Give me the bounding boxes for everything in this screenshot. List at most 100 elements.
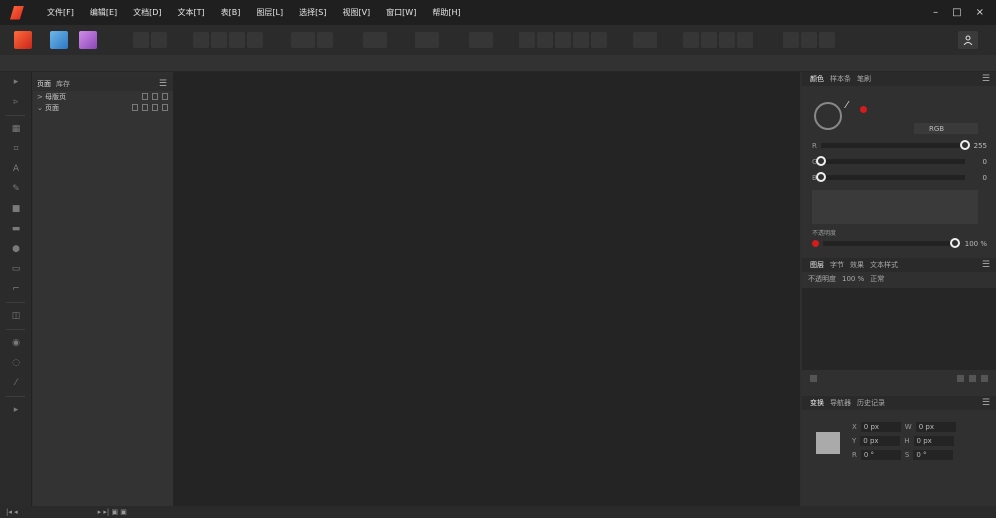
delete-page-icon[interactable] bbox=[162, 104, 168, 111]
photo-persona-icon[interactable] bbox=[79, 31, 97, 49]
toolbar-button[interactable] bbox=[555, 32, 571, 48]
y-field[interactable]: 0 px bbox=[860, 436, 901, 446]
color-mode-select[interactable]: RGB bbox=[914, 123, 978, 134]
slider-knob[interactable] bbox=[815, 172, 826, 182]
duplicate-page-icon[interactable] bbox=[152, 104, 158, 111]
eyedropper-icon[interactable]: ⁄ bbox=[846, 100, 848, 111]
expand-arrow-icon[interactable]: > bbox=[37, 93, 45, 101]
maximize-button[interactable]: □ bbox=[952, 7, 961, 18]
shape-tool-icon[interactable]: ▭ bbox=[0, 259, 32, 279]
toolbar-button[interactable] bbox=[683, 32, 699, 48]
w-field[interactable]: 0 px bbox=[915, 422, 956, 432]
layer-list[interactable] bbox=[802, 288, 996, 370]
slider-value[interactable]: 255 bbox=[969, 142, 987, 150]
panel-menu-icon[interactable]: ☰ bbox=[982, 260, 990, 270]
toolbar-button[interactable] bbox=[133, 32, 149, 48]
tab-pages[interactable]: 页面 bbox=[37, 79, 51, 89]
delete-layer-icon[interactable] bbox=[981, 374, 988, 382]
frame-text-tool-icon[interactable]: ⌗ bbox=[0, 139, 32, 159]
next-page-icon[interactable]: ▸ ▸| ▣ ▣ bbox=[98, 508, 127, 516]
first-page-icon[interactable]: |◂ ◂ bbox=[6, 508, 18, 516]
slider-knob[interactable] bbox=[960, 140, 970, 150]
slider-knob[interactable] bbox=[950, 238, 960, 248]
menu-view[interactable]: 视图[V] bbox=[334, 0, 378, 25]
tab-stock[interactable]: 库存 bbox=[56, 79, 70, 89]
anchor-selector[interactable] bbox=[816, 432, 840, 454]
menu-document[interactable]: 文档[D] bbox=[125, 0, 169, 25]
minimize-button[interactable]: – bbox=[933, 7, 938, 18]
slider-knob[interactable] bbox=[816, 156, 827, 166]
toolbar-dropdown[interactable] bbox=[469, 32, 493, 48]
slider-track[interactable] bbox=[815, 172, 965, 182]
toolbar-button[interactable] bbox=[363, 32, 387, 48]
pages-row[interactable]: ⌄ 页面 bbox=[33, 102, 173, 113]
tab-navigator[interactable]: 导航器 bbox=[830, 398, 851, 408]
designer-persona-icon[interactable] bbox=[50, 31, 68, 49]
slider-track[interactable] bbox=[816, 156, 965, 166]
toolbar-button[interactable] bbox=[737, 32, 753, 48]
toolbar-button[interactable] bbox=[701, 32, 717, 48]
hand-tool-icon[interactable]: ▸ bbox=[0, 400, 32, 420]
tab-characters[interactable]: 字节 bbox=[830, 260, 844, 270]
menu-edit[interactable]: 编辑[E] bbox=[82, 0, 125, 25]
slider-value[interactable]: 0 bbox=[969, 174, 987, 182]
blend-mode-select[interactable]: 正常 bbox=[870, 274, 884, 284]
delete-page-icon[interactable] bbox=[162, 93, 168, 100]
toolbar-button[interactable] bbox=[537, 32, 553, 48]
layer-action-icon[interactable] bbox=[810, 374, 817, 382]
toolbar-button[interactable] bbox=[151, 32, 167, 48]
color-picker-icon[interactable]: ⁄ bbox=[0, 373, 32, 393]
artistic-text-tool-icon[interactable]: A bbox=[0, 159, 32, 179]
node-tool-icon[interactable]: ▹ bbox=[0, 92, 32, 112]
toolbar-button[interactable] bbox=[211, 32, 227, 48]
tab-layers[interactable]: 图层 bbox=[810, 260, 824, 270]
x-field[interactable]: 0 px bbox=[860, 422, 901, 432]
rotation-field[interactable]: 0 ° bbox=[860, 450, 901, 460]
menu-table[interactable]: 表[B] bbox=[213, 0, 249, 25]
menu-window[interactable]: 窗口[W] bbox=[378, 0, 424, 25]
place-image-tool-icon[interactable]: ◫ bbox=[0, 306, 32, 326]
add-page-icon[interactable] bbox=[142, 104, 148, 111]
document-canvas[interactable] bbox=[173, 72, 800, 506]
slider-value[interactable]: 0 bbox=[969, 158, 987, 166]
red-slider[interactable]: R 255 bbox=[812, 140, 987, 151]
toolbar-button[interactable] bbox=[819, 32, 835, 48]
master-page-icon[interactable] bbox=[132, 104, 138, 111]
publisher-persona-icon[interactable] bbox=[14, 31, 32, 49]
toolbar-button[interactable] bbox=[247, 32, 263, 48]
rectangle-tool-icon[interactable]: ▬ bbox=[0, 219, 32, 239]
opacity-slider[interactable]: 100 % bbox=[812, 238, 987, 249]
opacity-value[interactable]: 100 % bbox=[959, 240, 987, 248]
fill-tool-icon[interactable]: ◉ bbox=[0, 333, 32, 353]
menu-layer[interactable]: 图层[L] bbox=[248, 0, 291, 25]
collapse-arrow-icon[interactable]: ⌄ bbox=[37, 104, 45, 112]
toolbar-button[interactable] bbox=[801, 32, 817, 48]
toolbar-button[interactable] bbox=[193, 32, 209, 48]
menu-text[interactable]: 文本[T] bbox=[170, 0, 213, 25]
tab-swatches[interactable]: 样本条 bbox=[830, 74, 851, 84]
menu-help[interactable]: 帮助[H] bbox=[424, 0, 468, 25]
toolbar-button[interactable] bbox=[317, 32, 333, 48]
panel-menu-icon[interactable]: ☰ bbox=[982, 398, 990, 408]
picture-frame-tool-icon[interactable]: ■ bbox=[0, 199, 32, 219]
tab-history[interactable]: 历史记录 bbox=[857, 398, 885, 408]
color-wheel[interactable] bbox=[814, 102, 842, 130]
toolbar-button[interactable] bbox=[591, 32, 607, 48]
vector-crop-tool-icon[interactable]: ⌐ bbox=[0, 279, 32, 299]
tab-transform[interactable]: 变换 bbox=[810, 398, 824, 408]
table-tool-icon[interactable]: ▦ bbox=[0, 119, 32, 139]
toolbar-button[interactable] bbox=[519, 32, 535, 48]
layer-opacity-value[interactable]: 100 % bbox=[842, 275, 864, 283]
toolbar-button[interactable] bbox=[291, 32, 315, 48]
tab-text-styles[interactable]: 文本样式 bbox=[870, 260, 898, 270]
layer-action-icon[interactable] bbox=[969, 374, 976, 382]
close-button[interactable]: × bbox=[976, 7, 984, 18]
green-slider[interactable]: G 0 bbox=[812, 156, 987, 167]
tab-color[interactable]: 颜色 bbox=[810, 74, 824, 84]
shear-field[interactable]: 0 ° bbox=[913, 450, 954, 460]
toolbar-button[interactable] bbox=[783, 32, 799, 48]
master-pages-row[interactable]: > 母版页 bbox=[33, 91, 173, 102]
ellipse-tool-icon[interactable]: ● bbox=[0, 239, 32, 259]
h-field[interactable]: 0 px bbox=[913, 436, 954, 446]
current-color-swatch[interactable] bbox=[860, 106, 867, 113]
